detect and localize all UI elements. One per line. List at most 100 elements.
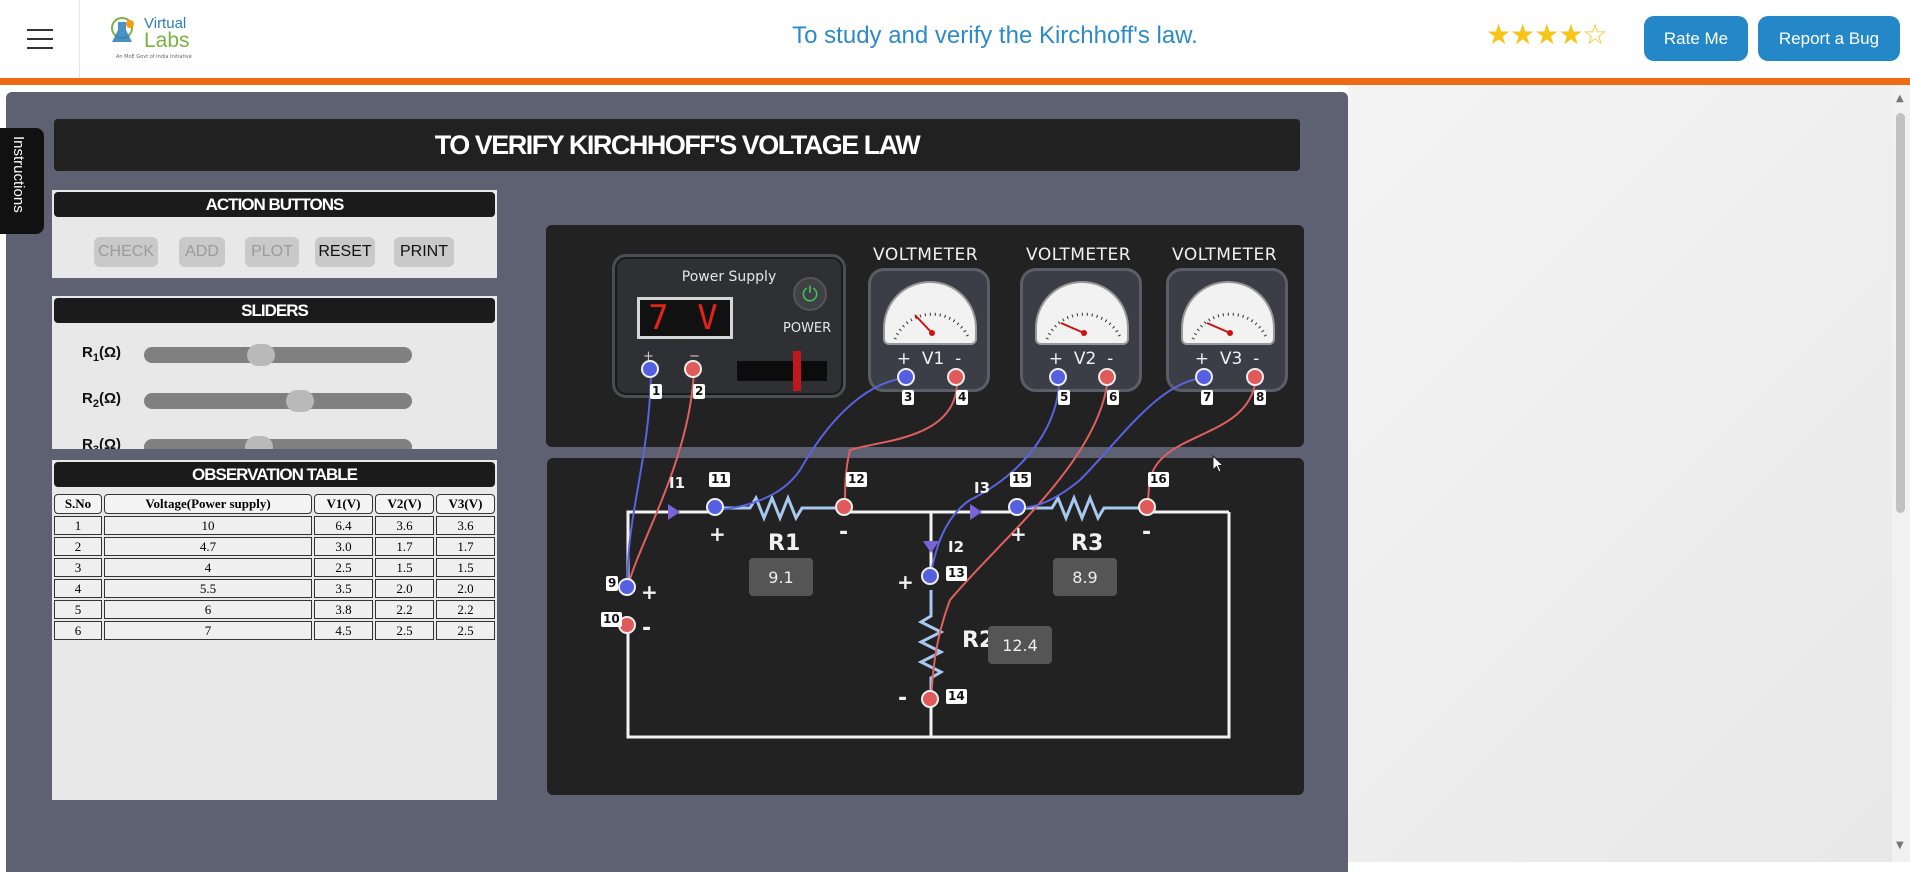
table-row: 3 4 2.5 1.5 1.5 xyxy=(54,558,495,577)
r2-slider[interactable] xyxy=(144,390,412,412)
table-cell: 2.2 xyxy=(375,600,434,619)
terminal-11-tag: 11 xyxy=(709,472,730,487)
star-filled-icon[interactable]: ★ xyxy=(1558,18,1583,51)
add-button[interactable]: ADD xyxy=(179,237,225,267)
table-cell: 10 xyxy=(104,516,312,535)
voltmeter-1-label: VOLTMETER xyxy=(873,245,979,265)
terminal-12[interactable] xyxy=(835,498,853,516)
terminal-7[interactable] xyxy=(1195,368,1213,386)
print-button[interactable]: PRINT xyxy=(394,237,454,267)
table-cell: 3.8 xyxy=(314,600,373,619)
table-cell: 1.7 xyxy=(375,537,434,556)
terminal-12-tag: 12 xyxy=(846,472,867,487)
voltmeter-1: + V1 - xyxy=(868,268,990,392)
report-bug-button[interactable]: Report a Bug xyxy=(1758,16,1900,61)
star-filled-icon[interactable]: ★ xyxy=(1486,18,1511,51)
terminal-5-tag: 5 xyxy=(1058,390,1071,405)
current-i3-label: I3 xyxy=(974,479,991,497)
instructions-tab[interactable]: Instructions xyxy=(0,128,44,234)
terminal-16[interactable] xyxy=(1138,498,1156,516)
logo-tagline: An MoE Govt of India Initiative xyxy=(116,54,192,60)
terminal-11[interactable] xyxy=(706,498,724,516)
r3-plus-sign: + xyxy=(1010,522,1027,546)
header-accent-bar xyxy=(0,78,1910,85)
table-cell: 2.5 xyxy=(436,621,495,640)
terminal-7-tag: 7 xyxy=(1201,390,1214,405)
plot-button[interactable]: PLOT xyxy=(245,237,299,267)
scroll-down-icon[interactable]: ▼ xyxy=(1896,840,1904,851)
gauge-dial-icon xyxy=(893,312,971,340)
terminal-1[interactable] xyxy=(641,360,659,378)
action-buttons-heading: ACTION BUTTONS xyxy=(52,190,497,219)
rate-me-button[interactable]: Rate Me xyxy=(1644,16,1748,61)
terminal-5[interactable] xyxy=(1049,368,1067,386)
r1-slider[interactable] xyxy=(144,344,412,366)
terminal-15[interactable] xyxy=(1008,498,1026,516)
voltage-adjust-handle[interactable] xyxy=(793,351,801,391)
terminal-14[interactable] xyxy=(921,690,939,708)
table-cell: 7 xyxy=(104,621,312,640)
star-empty-icon[interactable]: ☆ xyxy=(1582,18,1607,51)
star-filled-icon[interactable]: ★ xyxy=(1510,18,1535,51)
voltmeter-1-dial xyxy=(883,281,977,345)
power-button[interactable]: ⏻ xyxy=(793,277,827,311)
terminal-14-tag: 14 xyxy=(946,689,967,704)
terminal-2[interactable] xyxy=(684,360,702,378)
source-plus-sign: + xyxy=(641,580,658,604)
mouse-cursor-icon xyxy=(1212,455,1224,473)
table-cell: 3.6 xyxy=(436,516,495,535)
table-cell: 1.5 xyxy=(375,558,434,577)
voltmeter-2-label: VOLTMETER xyxy=(1026,245,1132,265)
r3-value-display: 8.9 xyxy=(1053,558,1117,596)
reset-button[interactable]: RESET xyxy=(315,237,375,267)
r1-minus-sign: - xyxy=(839,520,849,545)
terminal-15-tag: 15 xyxy=(1010,472,1031,487)
voltage-adjust-slider[interactable] xyxy=(737,351,827,391)
r1-slider-handle[interactable] xyxy=(247,344,276,366)
terminal-3-tag: 3 xyxy=(902,390,915,405)
table-cell: 5.5 xyxy=(104,579,312,598)
r3-label: R3 xyxy=(1071,531,1104,556)
r2-slider-handle[interactable] xyxy=(285,390,314,412)
r3-slider[interactable] xyxy=(144,436,412,449)
scrollbar-thumb[interactable] xyxy=(1896,113,1905,513)
top-header: Virtual Labs An MoE Govt of India Initia… xyxy=(0,0,1910,78)
terminal-13[interactable] xyxy=(921,567,939,585)
star-filled-icon[interactable]: ★ xyxy=(1534,18,1559,51)
r3-slider-row: R3(Ω) xyxy=(82,432,492,449)
column-header: Voltage(Power supply) xyxy=(104,494,312,514)
observation-table-body: 1 10 6.4 3.6 3.6 2 4.7 3.0 1.7 1.7 3 4 2.5 1.5 1.5 4 5.5… xyxy=(54,516,495,640)
terminal-8-tag: 8 xyxy=(1254,390,1267,405)
r1-value-display: 9.1 xyxy=(749,558,813,596)
star-rating[interactable]: ★★★★☆ xyxy=(1486,18,1608,51)
scroll-up-icon[interactable]: ▲ xyxy=(1896,93,1904,104)
terminal-6[interactable] xyxy=(1098,368,1116,386)
terminal-8[interactable] xyxy=(1246,368,1264,386)
terminal-3[interactable] xyxy=(897,368,915,386)
r2-slider-row: R2(Ω) xyxy=(82,386,492,412)
terminal-9[interactable] xyxy=(618,578,636,596)
table-cell: 4 xyxy=(54,579,102,598)
table-row: 2 4.7 3.0 1.7 1.7 xyxy=(54,537,495,556)
terminal-4[interactable] xyxy=(947,368,965,386)
table-cell: 2.0 xyxy=(436,579,495,598)
table-cell: 1.7 xyxy=(436,537,495,556)
voltmeter-3-label: VOLTMETER xyxy=(1172,245,1278,265)
check-button[interactable]: CHECK xyxy=(94,237,158,267)
current-i2-label: I2 xyxy=(948,538,965,556)
page-scrollbar[interactable]: ▲ ▼ xyxy=(1892,85,1910,862)
table-row: 6 7 4.5 2.5 2.5 xyxy=(54,621,495,640)
r3-slider-handle[interactable] xyxy=(244,436,273,449)
table-cell: 4 xyxy=(104,558,312,577)
virtual-labs-logo[interactable]: Virtual Labs An MoE Govt of India Initia… xyxy=(108,14,198,62)
table-cell: 3.6 xyxy=(375,516,434,535)
hamburger-menu-button[interactable] xyxy=(0,0,80,78)
current-i1-label: I1 xyxy=(669,474,686,492)
table-cell: 1 xyxy=(54,516,102,535)
table-cell: 2.5 xyxy=(375,621,434,640)
empty-right-area xyxy=(1348,85,1892,862)
table-cell: 4.5 xyxy=(314,621,373,640)
voltmeter-3-name: + V3 - xyxy=(1194,349,1260,369)
hamburger-menu-icon xyxy=(26,29,53,49)
r1-plus-sign: + xyxy=(709,522,726,546)
